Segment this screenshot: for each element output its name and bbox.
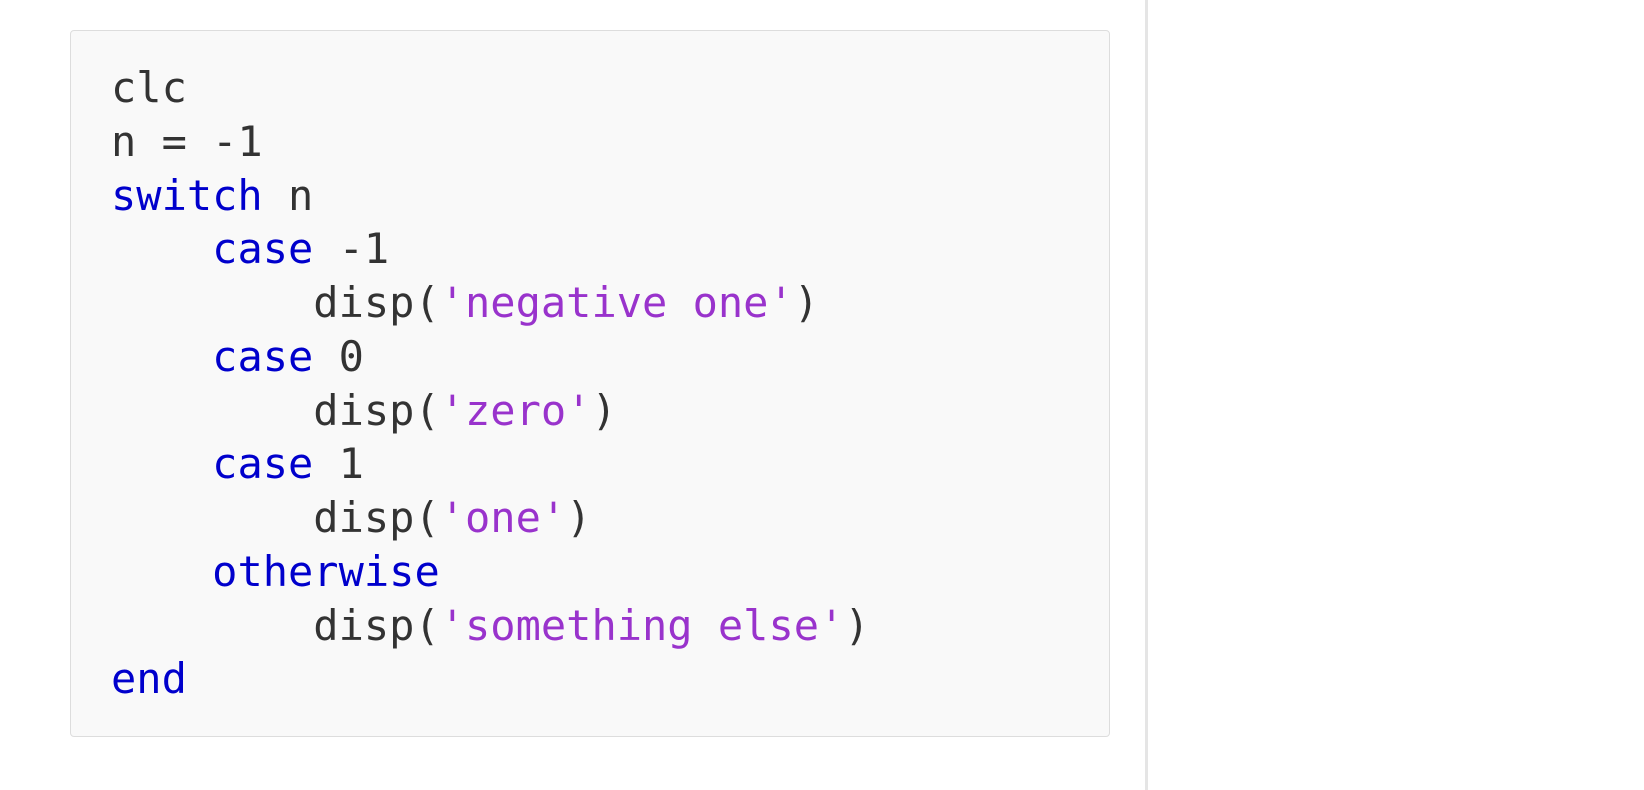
code-token-plain: n = -1: [111, 117, 263, 166]
code-token-plain: disp(: [313, 278, 439, 327]
code-token-keyword: switch: [111, 171, 263, 220]
code-token-string: 'something else': [440, 601, 845, 650]
code-block: clcn = -1switch n case -1 disp('negative…: [70, 30, 1110, 737]
content-area: clcn = -1switch n case -1 disp('negative…: [0, 0, 1145, 790]
code-line: disp('negative one'): [111, 276, 1069, 330]
code-token-keyword: case: [212, 332, 313, 381]
code-token-plain: n: [263, 171, 314, 220]
code-token-plain: -1: [313, 224, 389, 273]
code-line: otherwise: [111, 545, 1069, 599]
code-token-string: 'negative one': [440, 278, 794, 327]
code-line: n = -1: [111, 115, 1069, 169]
code-token-plain: disp(: [313, 493, 439, 542]
code-token-plain: disp(: [313, 386, 439, 435]
code-token-keyword: otherwise: [212, 547, 440, 596]
code-token-string: 'one': [440, 493, 566, 542]
code-line: disp('one'): [111, 491, 1069, 545]
code-token-string: 'zero': [440, 386, 592, 435]
code-line: case 1: [111, 437, 1069, 491]
code-token-plain: disp(: [313, 601, 439, 650]
code-token-plain: ): [794, 278, 819, 327]
code-token-keyword: end: [111, 654, 187, 703]
code-token-keyword: case: [212, 224, 313, 273]
code-line: switch n: [111, 169, 1069, 223]
code-token-plain: 1: [313, 439, 364, 488]
code-token-keyword: case: [212, 439, 313, 488]
code-token-plain: 0: [313, 332, 364, 381]
code-token-plain: ): [566, 493, 591, 542]
code-line: end: [111, 652, 1069, 706]
code-line: case 0: [111, 330, 1069, 384]
code-line: clc: [111, 61, 1069, 115]
code-token-plain: clc: [111, 63, 187, 112]
sidebar: [1148, 0, 1644, 790]
code-line: disp('zero'): [111, 384, 1069, 438]
code-line: case -1: [111, 222, 1069, 276]
code-token-plain: ): [591, 386, 616, 435]
main-container: clcn = -1switch n case -1 disp('negative…: [0, 0, 1644, 790]
code-line: disp('something else'): [111, 599, 1069, 653]
code-token-plain: ): [844, 601, 869, 650]
